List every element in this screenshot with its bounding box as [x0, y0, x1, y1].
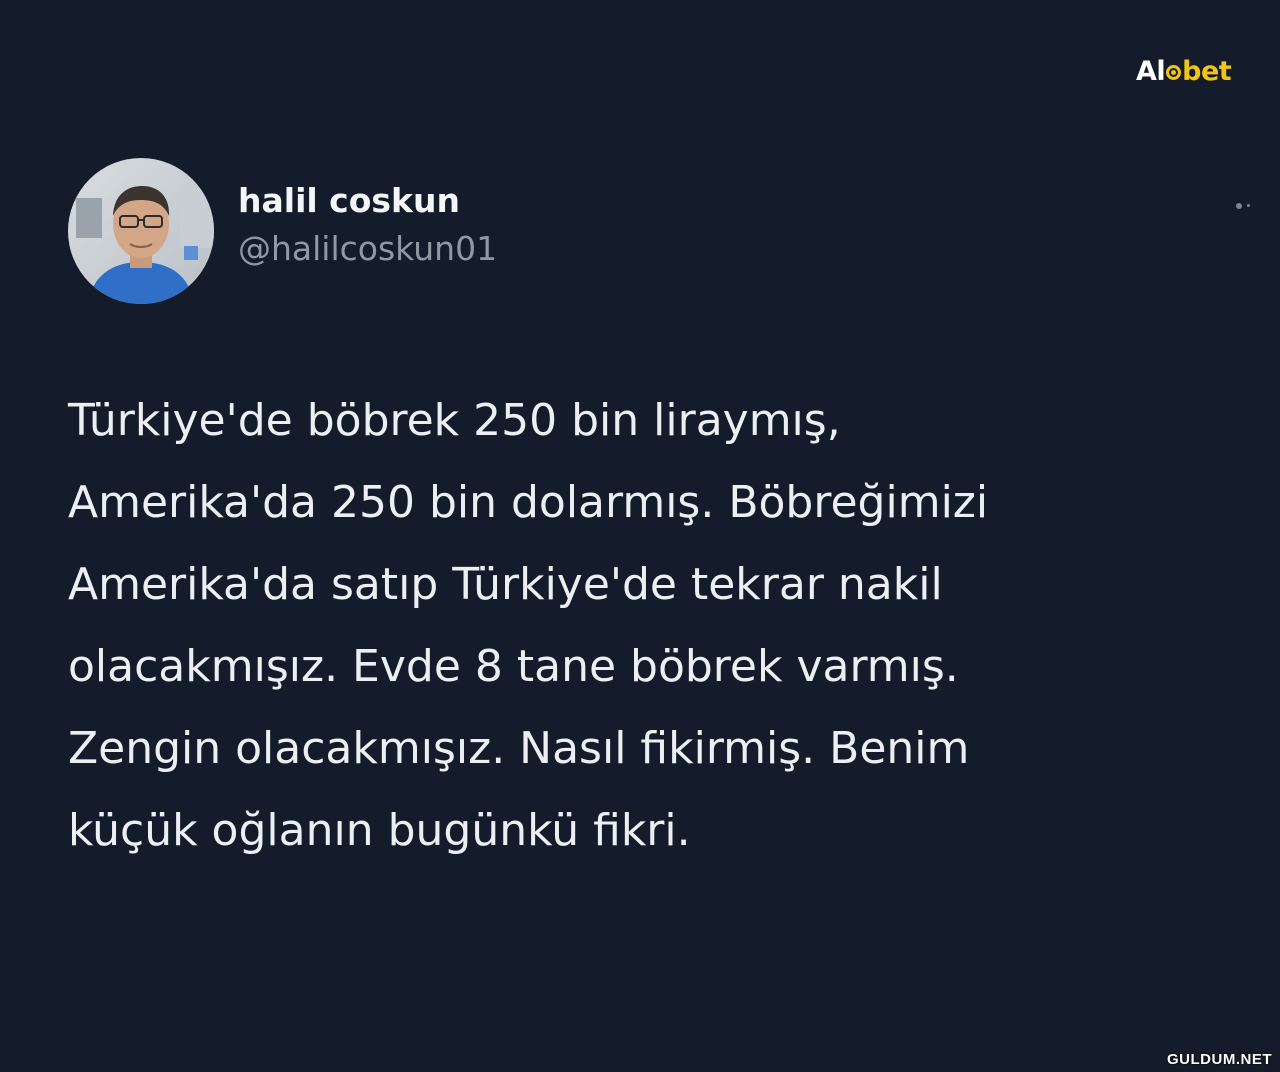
tweet-header: halil coskun @halilcoskun01	[68, 158, 497, 304]
avatar[interactable]	[68, 158, 214, 304]
watermark: GULDUM.NET	[1167, 1051, 1272, 1068]
tweet-text-line: Zengin olacakmışız. Nasıl fikirmiş. Beni…	[68, 723, 970, 774]
tweet-text: Türkiye'de böbrek 250 bin liraymış, Amer…	[68, 380, 1228, 872]
tweet-author: halil coskun @halilcoskun01	[238, 181, 497, 271]
display-name[interactable]: halil coskun	[238, 181, 497, 221]
tweet-text-line: Amerika'da satıp Türkiye'de tekrar nakil	[68, 559, 943, 610]
logo-suffix: bet	[1182, 55, 1232, 87]
logo-prefix: Al	[1136, 55, 1166, 87]
tweet-text-line: küçük oğlanın bugünkü fikri.	[68, 805, 691, 856]
profile-photo-icon	[68, 158, 214, 304]
tweet-text-line: Türkiye'de böbrek 250 bin liraymış,	[68, 395, 841, 446]
logo-mark-icon	[1166, 64, 1182, 80]
more-options-icon[interactable]	[1236, 203, 1250, 209]
more-dot	[1247, 204, 1250, 207]
more-dot	[1236, 203, 1242, 209]
alobet-logo: Al bet	[1136, 52, 1232, 90]
tweet-text-line: olacakmışız. Evde 8 tane böbrek varmış.	[68, 641, 959, 692]
tweet-text-line: Amerika'da 250 bin dolarmış. Böbreğimizi	[68, 477, 989, 528]
user-handle[interactable]: @halilcoskun01	[238, 227, 497, 271]
